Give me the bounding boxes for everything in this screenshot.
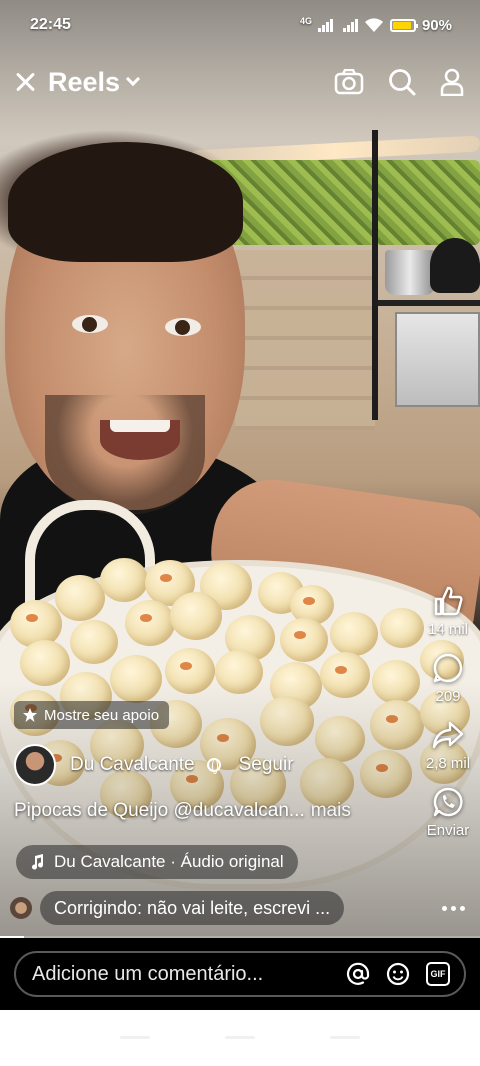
- right-eye: [165, 318, 201, 336]
- caption-text: Pipocas de Queijo @ducavalcan...: [14, 800, 305, 821]
- action-rail: 14 mil 209 2,8 mil Enviar: [416, 585, 480, 853]
- comment-action[interactable]: 209: [432, 652, 464, 705]
- reels-header: Reels: [0, 58, 480, 106]
- follow-button[interactable]: Seguir: [239, 754, 294, 776]
- avatar[interactable]: [14, 744, 56, 786]
- support-label: Mostre seu apoio: [44, 706, 160, 724]
- like-icon[interactable]: [432, 585, 464, 617]
- music-note-icon: [32, 854, 44, 870]
- like-count: 14 mil: [427, 621, 468, 638]
- comment-bar: GIF: [0, 938, 480, 1010]
- comment-preview: Corrigindo: não vai leite, escrevi ...: [10, 891, 475, 925]
- chevron-down-icon[interactable]: [125, 71, 141, 87]
- send-action[interactable]: Enviar: [426, 786, 470, 839]
- globe-icon: [206, 758, 221, 774]
- cheese-puff: [100, 558, 148, 602]
- wall-tiles: [235, 250, 375, 430]
- input-icons: GIF: [346, 962, 450, 986]
- whatsapp-icon[interactable]: [432, 786, 464, 818]
- camera-icon[interactable]: [334, 69, 364, 95]
- header-actions: [334, 68, 464, 96]
- kettle: [430, 238, 480, 293]
- audio-button[interactable]: Du Cavalcante · Áudio original: [16, 845, 298, 879]
- person-hair: [8, 142, 243, 262]
- send-label: Enviar: [426, 822, 470, 839]
- mention-icon[interactable]: [346, 962, 370, 986]
- nav-recents-hint[interactable]: [330, 1036, 360, 1039]
- caption-more-link[interactable]: mais: [311, 800, 351, 821]
- comment-input-wrapper: GIF: [14, 951, 466, 997]
- signal-icon-2: [342, 18, 358, 32]
- cheese-puff: [125, 600, 175, 646]
- support-star-icon: [23, 708, 37, 722]
- search-icon[interactable]: [388, 68, 416, 96]
- status-time: 22:45: [30, 16, 71, 33]
- left-eye: [72, 315, 108, 333]
- comment-icon[interactable]: [432, 652, 464, 684]
- cheese-puff: [330, 612, 378, 656]
- cheese-puff: [170, 592, 222, 640]
- gif-icon[interactable]: GIF: [426, 962, 450, 986]
- wifi-icon: [364, 17, 383, 32]
- author-row: Du Cavalcante Seguir: [14, 744, 294, 786]
- reel-video[interactable]: [0, 0, 480, 940]
- battery-icon: [389, 18, 418, 32]
- network-type: 4G: [299, 15, 312, 26]
- close-icon[interactable]: [12, 69, 38, 95]
- audio-label: Du Cavalcante · Áudio original: [54, 852, 284, 871]
- status-indicators: 4G 90%: [299, 15, 452, 34]
- comment-count: 209: [435, 688, 461, 705]
- status-bar: 22:45 4G 90%: [0, 0, 480, 50]
- system-nav-bar: [0, 1010, 480, 1066]
- support-button[interactable]: Mostre seu apoio: [14, 701, 170, 729]
- battery-level: [392, 21, 411, 29]
- cheese-puff: [70, 620, 118, 664]
- comment-input[interactable]: [32, 962, 346, 986]
- microwave: [395, 312, 480, 407]
- signal-icon: [317, 18, 333, 32]
- steel-pot: [385, 250, 435, 295]
- emoji-icon[interactable]: [386, 962, 410, 986]
- share-icon[interactable]: [432, 719, 464, 751]
- nav-home-hint[interactable]: [225, 1036, 255, 1039]
- comment-preview-text[interactable]: Corrigindo: não vai leite, escrevi ...: [40, 891, 345, 925]
- cheese-puff: [280, 618, 328, 662]
- commenter-avatar: [10, 897, 32, 919]
- share-count: 2,8 mil: [425, 755, 471, 772]
- author-name[interactable]: Du Cavalcante: [70, 754, 195, 776]
- page-title[interactable]: Reels: [48, 67, 120, 98]
- share-action[interactable]: 2,8 mil: [426, 719, 470, 772]
- person-mouth: [100, 420, 180, 460]
- cheese-puff: [55, 575, 105, 621]
- like-action[interactable]: 14 mil: [428, 585, 468, 638]
- nav-back-hint[interactable]: [120, 1036, 150, 1039]
- more-options-icon[interactable]: [442, 905, 465, 911]
- profile-icon[interactable]: [440, 68, 464, 96]
- caption[interactable]: Pipocas de Queijo @ducavalcan... mais: [14, 800, 351, 822]
- battery-percent: 90%: [421, 16, 452, 34]
